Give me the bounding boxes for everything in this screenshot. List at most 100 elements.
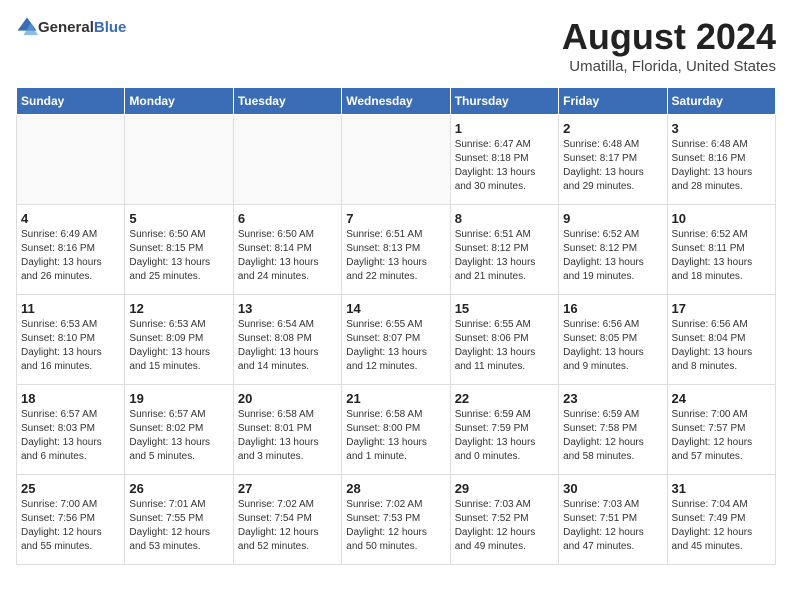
day-number: 4 [21,211,120,226]
weekday-header: Friday [559,88,667,115]
day-number: 22 [455,391,554,406]
cell-info: Sunrise: 6:57 AM Sunset: 8:02 PM Dayligh… [129,408,228,464]
header: GeneralBlue August 2024 Umatilla, Florid… [16,16,776,75]
day-number: 23 [563,391,662,406]
cell-info: Sunrise: 7:03 AM Sunset: 7:52 PM Dayligh… [455,498,554,554]
calendar-cell: 21Sunrise: 6:58 AM Sunset: 8:00 PM Dayli… [342,385,450,475]
day-number: 31 [672,481,771,496]
cell-info: Sunrise: 6:56 AM Sunset: 8:04 PM Dayligh… [672,318,771,374]
day-number: 14 [346,301,445,316]
calendar-cell: 6Sunrise: 6:50 AM Sunset: 8:14 PM Daylig… [233,205,341,295]
day-number: 3 [672,121,771,136]
calendar-week-row: 1Sunrise: 6:47 AM Sunset: 8:18 PM Daylig… [17,115,776,205]
day-number: 26 [129,481,228,496]
calendar-week-row: 25 Sunrise: 7:00 AM Sunset: 7:56 PM Dayli… [17,475,776,565]
cell-info: Sunrise: 6:56 AM Sunset: 8:05 PM Dayligh… [563,318,662,374]
day-number: 27 [238,481,337,496]
calendar-cell [342,115,450,205]
cell-info: Sunrise: 6:51 AM Sunset: 8:13 PM Dayligh… [346,228,445,284]
day-number: 11 [21,301,120,316]
weekday-header: Saturday [667,88,775,115]
cell-info: Sunrise: 6:55 AM Sunset: 8:06 PM Dayligh… [455,318,554,374]
logo: GeneralBlue [16,16,126,38]
day-number: 13 [238,301,337,316]
cell-info: Sunrise: 6:55 AM Sunset: 8:07 PM Dayligh… [346,318,445,374]
day-number: 1 [455,121,554,136]
calendar-cell: 14 Sunrise: 6:55 AM Sunset: 8:07 PM Dayli… [342,295,450,385]
calendar-week-row: 18 Sunrise: 6:57 AM Sunset: 8:03 PM Dayli… [17,385,776,475]
calendar-cell: 19 Sunrise: 6:57 AM Sunset: 8:02 PM Dayli… [125,385,233,475]
calendar-cell: 11 Sunrise: 6:53 AM Sunset: 8:10 PM Dayli… [17,295,125,385]
calendar-cell: 17 Sunrise: 6:56 AM Sunset: 8:04 PM Dayli… [667,295,775,385]
calendar-cell: 4 Sunrise: 6:49 AM Sunset: 8:16 PM Daylig… [17,205,125,295]
logo-blue: Blue [94,19,127,36]
calendar-week-row: 11 Sunrise: 6:53 AM Sunset: 8:10 PM Dayli… [17,295,776,385]
day-number: 7 [346,211,445,226]
logo-icon [16,16,38,38]
cell-info: Sunrise: 6:52 AM Sunset: 8:11 PM Dayligh… [672,228,771,284]
day-number: 6 [238,211,337,226]
day-number: 9 [563,211,662,226]
day-number: 19 [129,391,228,406]
day-number: 5 [129,211,228,226]
cell-info: Sunrise: 7:03 AM Sunset: 7:51 PM Dayligh… [563,498,662,554]
weekday-header-row: SundayMondayTuesdayWednesdayThursdayFrid… [17,88,776,115]
calendar-cell: 31 Sunrise: 7:04 AM Sunset: 7:49 PM Dayli… [667,475,775,565]
calendar-cell: 15 Sunrise: 6:55 AM Sunset: 8:06 PM Dayli… [450,295,558,385]
title-area: August 2024 Umatilla, Florida, United St… [562,16,776,75]
logo-general: General [38,19,94,36]
calendar-cell: 9 Sunrise: 6:52 AM Sunset: 8:12 PM Daylig… [559,205,667,295]
day-number: 25 [21,481,120,496]
cell-info: Sunrise: 6:49 AM Sunset: 8:16 PM Dayligh… [21,228,120,284]
weekday-header: Sunday [17,88,125,115]
day-number: 28 [346,481,445,496]
calendar-cell [233,115,341,205]
cell-info: Sunrise: 6:59 AM Sunset: 7:58 PM Dayligh… [563,408,662,464]
calendar-cell: 10Sunrise: 6:52 AM Sunset: 8:11 PM Dayli… [667,205,775,295]
cell-info: Sunrise: 6:53 AM Sunset: 8:10 PM Dayligh… [21,318,120,374]
cell-info: Sunrise: 6:51 AM Sunset: 8:12 PM Dayligh… [455,228,554,284]
day-number: 20 [238,391,337,406]
calendar-cell: 20 Sunrise: 6:58 AM Sunset: 8:01 PM Dayli… [233,385,341,475]
cell-info: Sunrise: 7:04 AM Sunset: 7:49 PM Dayligh… [672,498,771,554]
day-number: 17 [672,301,771,316]
calendar-cell: 26 Sunrise: 7:01 AM Sunset: 7:55 PM Dayli… [125,475,233,565]
cell-info: Sunrise: 6:48 AM Sunset: 8:17 PM Dayligh… [563,138,662,194]
cell-info: Sunrise: 7:02 AM Sunset: 7:54 PM Dayligh… [238,498,337,554]
page-subtitle: Umatilla, Florida, United States [562,58,776,75]
cell-info: Sunrise: 7:01 AM Sunset: 7:55 PM Dayligh… [129,498,228,554]
calendar-cell: 3 Sunrise: 6:48 AM Sunset: 8:16 PM Daylig… [667,115,775,205]
calendar-cell: 13 Sunrise: 6:54 AM Sunset: 8:08 PM Dayli… [233,295,341,385]
cell-info: Sunrise: 6:50 AM Sunset: 8:15 PM Dayligh… [129,228,228,284]
calendar-cell: 12 Sunrise: 6:53 AM Sunset: 8:09 PM Dayli… [125,295,233,385]
calendar-cell: 22Sunrise: 6:59 AM Sunset: 7:59 PM Dayli… [450,385,558,475]
calendar-cell: 23 Sunrise: 6:59 AM Sunset: 7:58 PM Dayli… [559,385,667,475]
cell-info: Sunrise: 7:00 AM Sunset: 7:57 PM Dayligh… [672,408,771,464]
day-number: 30 [563,481,662,496]
cell-info: Sunrise: 6:48 AM Sunset: 8:16 PM Dayligh… [672,138,771,194]
page-title: August 2024 [562,16,776,58]
weekday-header: Wednesday [342,88,450,115]
day-number: 16 [563,301,662,316]
cell-info: Sunrise: 6:54 AM Sunset: 8:08 PM Dayligh… [238,318,337,374]
cell-info: Sunrise: 7:02 AM Sunset: 7:53 PM Dayligh… [346,498,445,554]
cell-info: Sunrise: 6:53 AM Sunset: 8:09 PM Dayligh… [129,318,228,374]
calendar-cell: 8Sunrise: 6:51 AM Sunset: 8:12 PM Daylig… [450,205,558,295]
weekday-header: Thursday [450,88,558,115]
calendar-cell: 7 Sunrise: 6:51 AM Sunset: 8:13 PM Daylig… [342,205,450,295]
day-number: 29 [455,481,554,496]
day-number: 21 [346,391,445,406]
cell-info: Sunrise: 6:57 AM Sunset: 8:03 PM Dayligh… [21,408,120,464]
day-number: 2 [563,121,662,136]
calendar-week-row: 4 Sunrise: 6:49 AM Sunset: 8:16 PM Daylig… [17,205,776,295]
cell-info: Sunrise: 6:52 AM Sunset: 8:12 PM Dayligh… [563,228,662,284]
day-number: 15 [455,301,554,316]
day-number: 18 [21,391,120,406]
day-number: 12 [129,301,228,316]
calendar-cell: 24Sunrise: 7:00 AM Sunset: 7:57 PM Dayli… [667,385,775,475]
calendar-cell: 5 Sunrise: 6:50 AM Sunset: 8:15 PM Daylig… [125,205,233,295]
cell-info: Sunrise: 7:00 AM Sunset: 7:56 PM Dayligh… [21,498,120,554]
calendar-cell: 2 Sunrise: 6:48 AM Sunset: 8:17 PM Daylig… [559,115,667,205]
cell-info: Sunrise: 6:58 AM Sunset: 8:01 PM Dayligh… [238,408,337,464]
calendar-cell: 30 Sunrise: 7:03 AM Sunset: 7:51 PM Dayli… [559,475,667,565]
